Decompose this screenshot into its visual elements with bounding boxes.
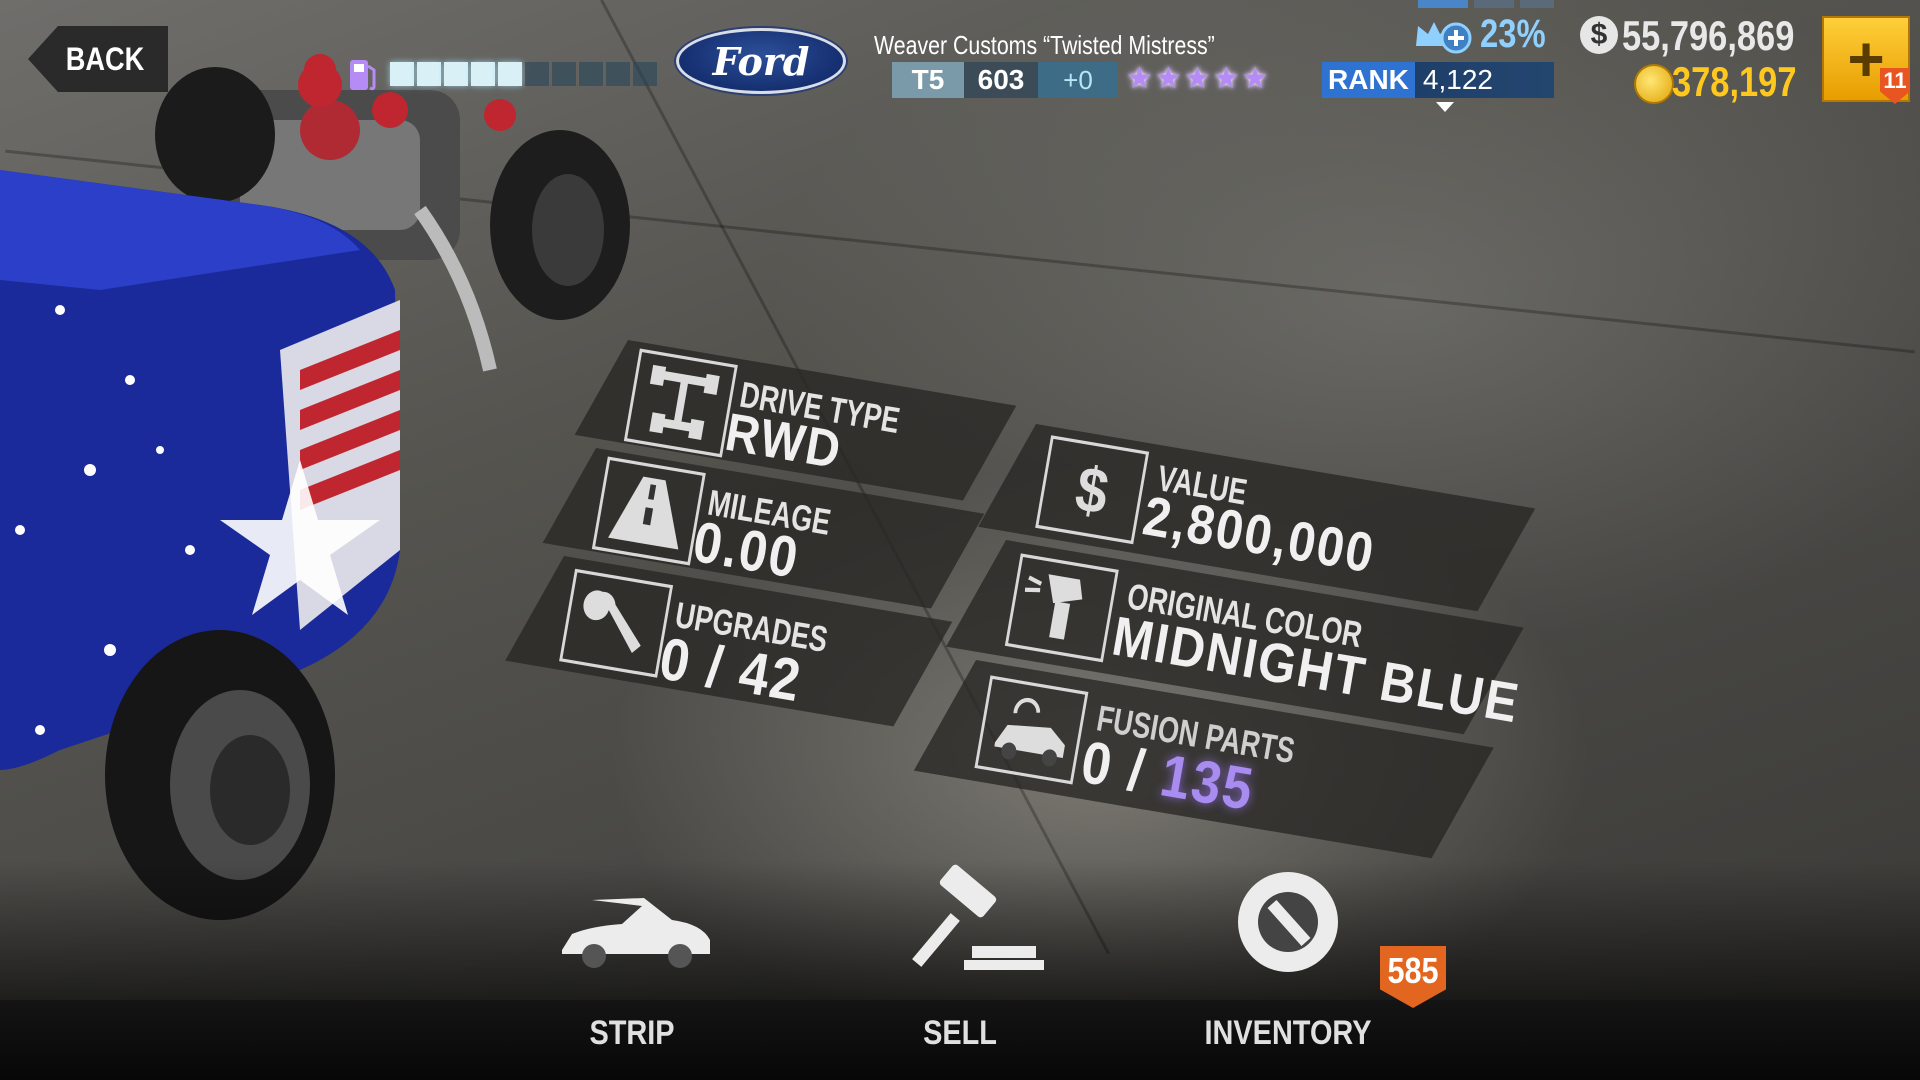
inventory-button[interactable]: INVENTORY (1188, 860, 1388, 1070)
rank-box[interactable]: RANK 4,122 (1322, 62, 1554, 98)
gold-coin-icon (1634, 64, 1674, 104)
rank-dropdown-caret-icon[interactable] (1436, 102, 1454, 112)
star-icon: ★ (1241, 62, 1269, 95)
performance-delta: +0 (1038, 62, 1118, 98)
dollar-symbol: $ (1070, 451, 1114, 528)
star-icon: ★ (1154, 62, 1182, 95)
fusion-parts-total: 135 (1155, 741, 1260, 823)
car-stats-panel: DRIVE TYPE RWD MILEAGE 0.00 UPGRADES 0 /… (450, 330, 1630, 950)
rank-progress-segment (1418, 0, 1468, 8)
fuel-segment (633, 62, 657, 86)
spray-gun-icon (1004, 553, 1119, 663)
fusion-parts-owned: 0 / (1076, 727, 1168, 808)
fuel-segment (471, 62, 495, 86)
strip-label: STRIP (589, 1014, 675, 1052)
inventory-label: INVENTORY (1204, 1014, 1372, 1052)
back-button[interactable]: BACK (28, 26, 168, 92)
inventory-badge-count: 585 (1387, 950, 1439, 991)
fuel-segment (498, 62, 522, 86)
car-name: Weaver Customs “Twisted Mistress” (874, 30, 1215, 60)
fuel-segment (579, 62, 603, 86)
fuel-segment (417, 62, 441, 86)
ford-logo: Ford (676, 28, 846, 94)
star-icon: ★ (1126, 62, 1153, 95)
crew-percent: 23% (1480, 12, 1546, 56)
rank-label: RANK (1322, 62, 1415, 98)
rank-value: 4,122 (1422, 64, 1493, 95)
cash-value: 55,796,869 (1622, 12, 1795, 59)
fusion-car-icon (974, 675, 1089, 785)
star-rating: ★ ★ ★ ★ ★ (1126, 64, 1269, 94)
fuel-segment (606, 62, 630, 86)
gavel-icon (912, 864, 1044, 970)
fuel-pump-icon (350, 60, 376, 91)
back-button-label: BACK (65, 40, 145, 77)
drivetrain-icon (623, 348, 738, 458)
fuel-segment (390, 62, 414, 86)
sell-label: SELL (923, 1014, 997, 1052)
car-stat-row: T5 603 +0 (892, 62, 1118, 98)
star-icon: ★ (1183, 62, 1211, 95)
strip-button[interactable]: STRIP (532, 860, 732, 1070)
plus-icon: + (1847, 23, 1885, 95)
fuel-segment (552, 62, 576, 86)
crew-icon (1416, 22, 1472, 54)
rank-progress-segment (1474, 0, 1514, 8)
inventory-wrench-icon (1238, 872, 1338, 972)
car-strip-icon (562, 898, 710, 968)
rank-progress-segment (1520, 0, 1554, 8)
fuel-segment (444, 62, 468, 86)
road-icon (591, 456, 706, 566)
fuel-gauge (390, 62, 657, 86)
dollar-icon: $ (1035, 435, 1150, 545)
tier-badge: T5 (892, 62, 964, 98)
performance-value: 603 (964, 62, 1038, 98)
manufacturer-logo-text: Ford (712, 38, 810, 84)
wrench-icon (559, 568, 674, 678)
sell-button[interactable]: SELL (860, 860, 1060, 1070)
cash-icon: $ (1580, 16, 1618, 54)
gold-value: 378,197 (1672, 58, 1797, 105)
fuel-segment (525, 62, 549, 86)
star-icon: ★ (1212, 62, 1240, 95)
